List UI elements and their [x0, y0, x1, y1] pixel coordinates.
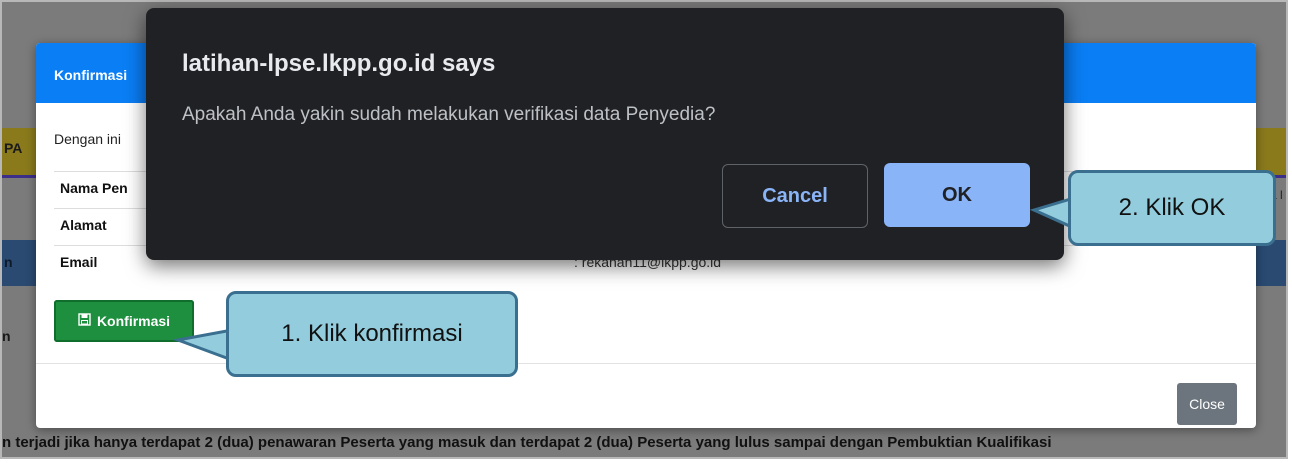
callout-step-1: 1. Klik konfirmasi: [226, 291, 518, 377]
callout-step-2: 2. Klik OK: [1068, 170, 1276, 246]
callout-1-pointer: [172, 328, 234, 363]
